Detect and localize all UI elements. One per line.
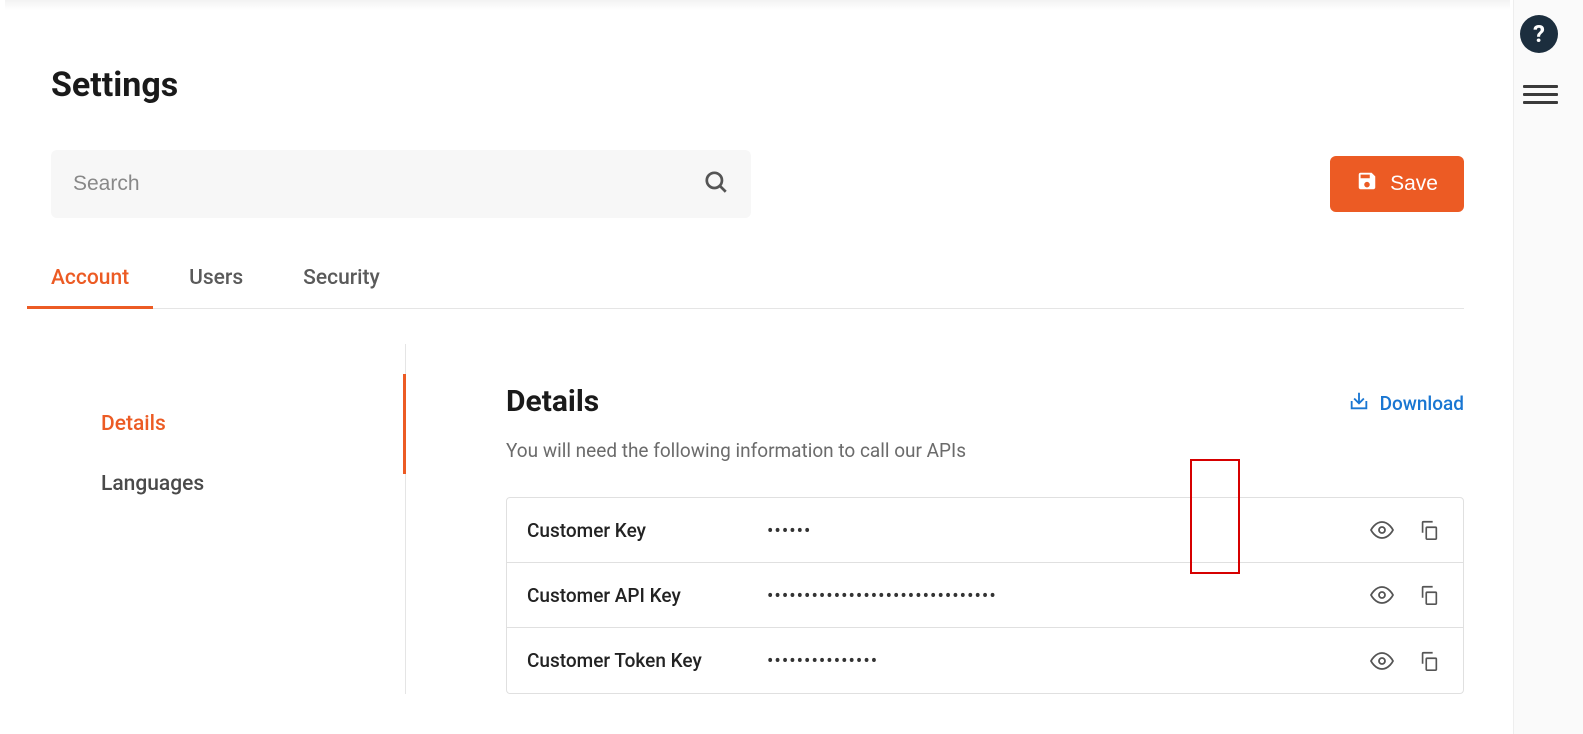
search-input[interactable] (73, 172, 703, 196)
save-button-label: Save (1390, 172, 1438, 196)
page-title: Settings (51, 0, 1464, 105)
search-icon[interactable] (703, 169, 729, 199)
right-panel-edge (1513, 0, 1583, 734)
section-title: Details (506, 384, 966, 419)
sidebar-item-details[interactable]: Details (101, 394, 405, 454)
details-value: ••••••••••••••••••••••••••••••• (767, 584, 1367, 607)
copy-icon[interactable] (1415, 647, 1443, 675)
details-row: Customer API Key •••••••••••••••••••••••… (507, 563, 1463, 628)
download-label: Download (1380, 392, 1464, 415)
sidebar: Details Languages (51, 344, 406, 694)
details-label: Customer Key (527, 519, 767, 542)
save-button[interactable]: Save (1330, 156, 1464, 212)
hamburger-menu[interactable] (1523, 80, 1558, 109)
details-row: Customer Token Key ••••••••••••••• (507, 628, 1463, 693)
question-mark-icon: ? (1533, 20, 1545, 48)
copy-icon[interactable] (1415, 516, 1443, 544)
details-table: Customer Key •••••• (506, 497, 1464, 694)
eye-icon[interactable] (1367, 580, 1397, 610)
copy-icon[interactable] (1415, 581, 1443, 609)
details-value: •••••• (767, 519, 1367, 542)
tab-users[interactable]: Users (189, 266, 243, 308)
section-description: You will need the following information … (506, 439, 966, 462)
top-shadow (5, 0, 1510, 10)
tab-security[interactable]: Security (303, 266, 380, 308)
download-link[interactable]: Download (1348, 390, 1464, 417)
details-row: Customer Key •••••• (507, 498, 1463, 563)
tab-account[interactable]: Account (51, 266, 129, 308)
eye-icon[interactable] (1367, 646, 1397, 676)
main-content: Details You will need the following info… (406, 344, 1464, 694)
details-label: Customer API Key (527, 584, 767, 607)
save-icon (1356, 170, 1378, 198)
search-box[interactable] (51, 150, 751, 218)
help-button[interactable]: ? (1520, 15, 1558, 53)
download-icon (1348, 390, 1370, 417)
details-value: ••••••••••••••• (767, 649, 1367, 672)
eye-icon[interactable] (1367, 515, 1397, 545)
sidebar-item-languages[interactable]: Languages (101, 454, 405, 514)
tabs: Account Users Security (51, 266, 1464, 309)
details-label: Customer Token Key (527, 649, 767, 672)
